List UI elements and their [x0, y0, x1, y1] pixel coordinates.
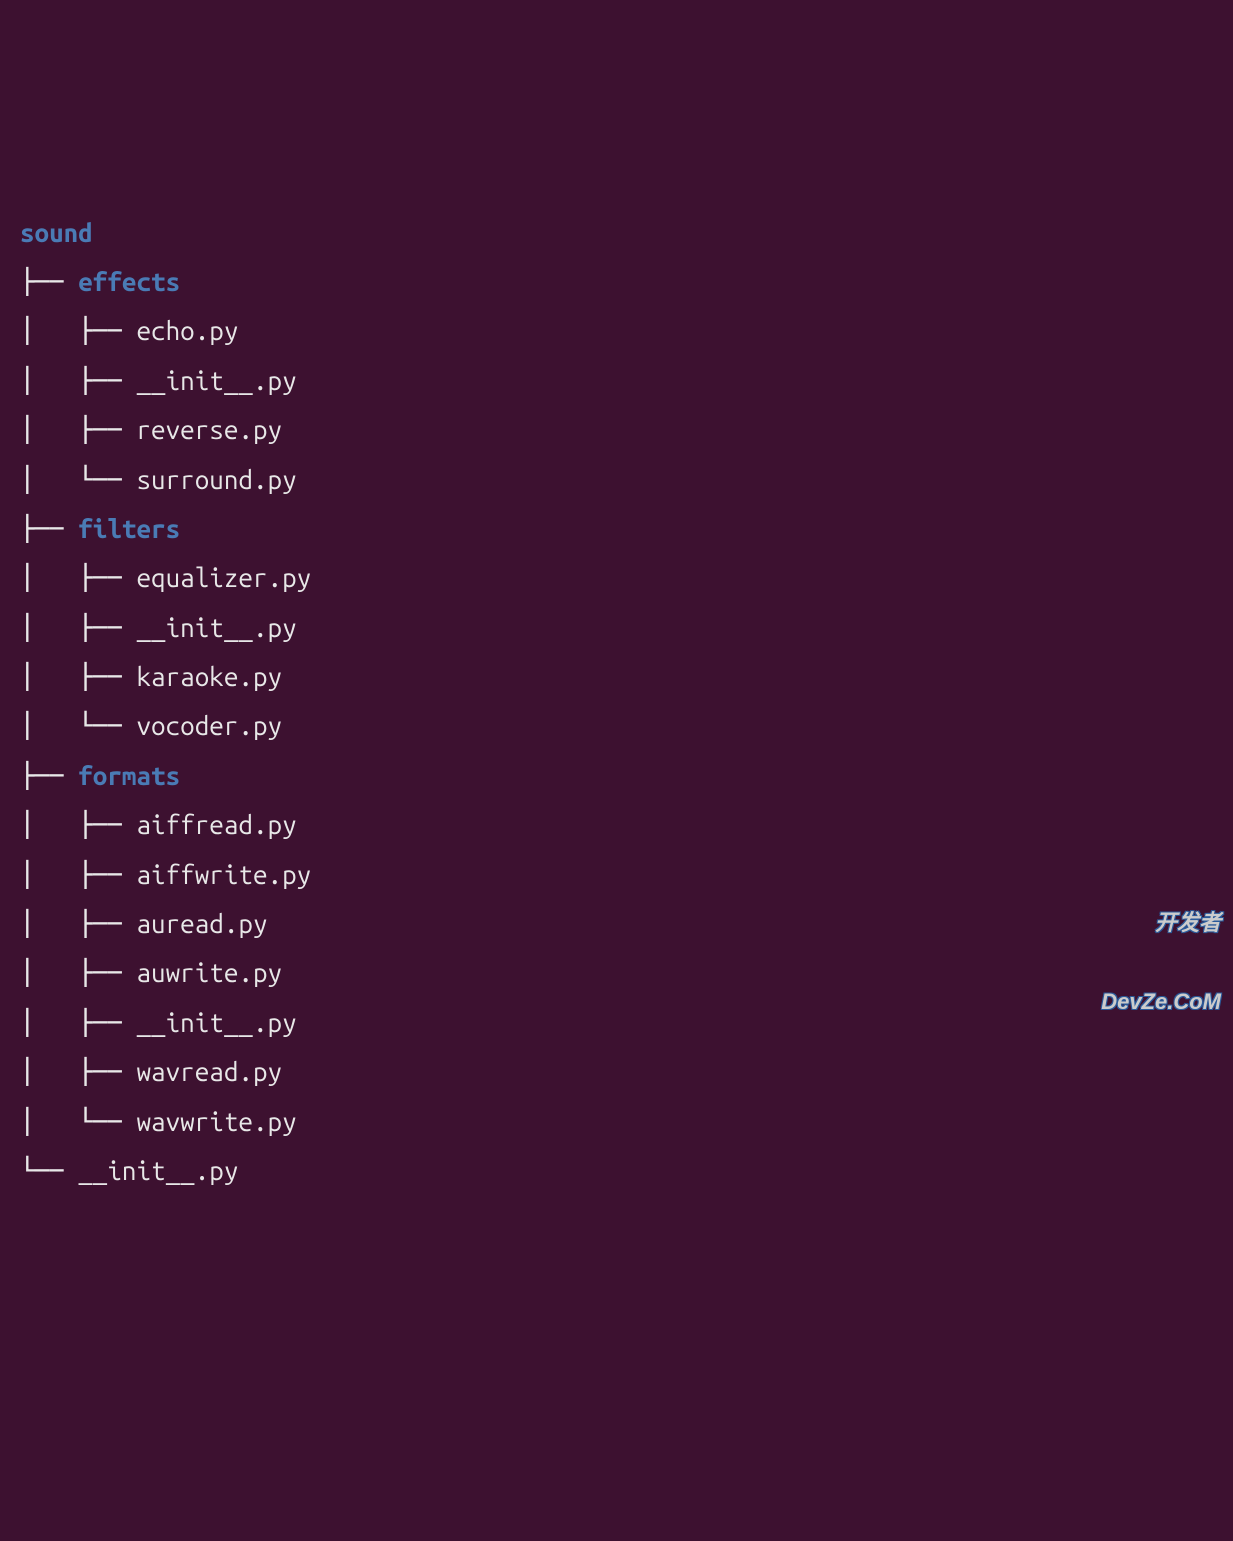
- tree-line: ├── effects: [20, 257, 1213, 306]
- directory-name: effects: [78, 267, 180, 296]
- tree-branch: ├──: [20, 761, 78, 790]
- tree-line: │ ├── reverse.py: [20, 405, 1213, 454]
- tree-branch: │ └──: [20, 711, 136, 740]
- directory-tree: sound├── effects│ ├── echo.py│ ├── __ini…: [20, 208, 1213, 1196]
- tree-branch: │ ├──: [20, 958, 136, 987]
- directory-name: sound: [20, 218, 93, 247]
- tree-branch: ├──: [20, 267, 78, 296]
- tree-line: └── __init__.py: [20, 1146, 1213, 1195]
- directory-name: filters: [78, 514, 180, 543]
- file-name: __init__.py: [136, 613, 296, 642]
- tree-root: sound: [20, 208, 1213, 257]
- tree-line: │ └── wavwrite.py: [20, 1097, 1213, 1146]
- tree-line: │ ├── __init__.py: [20, 356, 1213, 405]
- tree-line: │ ├── karaoke.py: [20, 652, 1213, 701]
- tree-line: │ ├── equalizer.py: [20, 553, 1213, 602]
- tree-line: │ ├── __init__.py: [20, 603, 1213, 652]
- tree-line: │ ├── aiffread.py: [20, 800, 1213, 849]
- directory-name: formats: [78, 761, 180, 790]
- file-name: echo.py: [136, 316, 238, 345]
- file-name: aiffread.py: [136, 810, 296, 839]
- tree-branch: │ ├──: [20, 810, 136, 839]
- tree-line: │ └── vocoder.py: [20, 701, 1213, 750]
- file-name: __init__.py: [136, 1008, 296, 1037]
- tree-line: │ ├── wavread.py: [20, 1047, 1213, 1096]
- tree-branch: │ ├──: [20, 316, 136, 345]
- watermark-line2: DevZe.CoM: [1101, 989, 1221, 1015]
- file-name: vocoder.py: [136, 711, 282, 740]
- tree-line: │ ├── __init__.py: [20, 998, 1213, 1047]
- tree-line: │ ├── echo.py: [20, 306, 1213, 355]
- tree-line: ├── filters: [20, 504, 1213, 553]
- tree-line: │ ├── auread.py: [20, 899, 1213, 948]
- tree-line: │ ├── auwrite.py: [20, 948, 1213, 997]
- tree-branch: │ ├──: [20, 366, 136, 395]
- tree-branch: └──: [20, 1156, 78, 1185]
- tree-branch: │ └──: [20, 1107, 136, 1136]
- file-name: __init__.py: [136, 366, 296, 395]
- tree-branch: │ ├──: [20, 662, 136, 691]
- file-name: __init__.py: [78, 1156, 238, 1185]
- file-name: aiffwrite.py: [136, 860, 311, 889]
- tree-branch: │ ├──: [20, 415, 136, 444]
- tree-branch: │ ├──: [20, 613, 136, 642]
- tree-line: │ ├── aiffwrite.py: [20, 850, 1213, 899]
- file-name: wavwrite.py: [136, 1107, 296, 1136]
- tree-line: │ └── surround.py: [20, 455, 1213, 504]
- tree-branch: │ ├──: [20, 1057, 136, 1086]
- tree-branch: │ ├──: [20, 909, 136, 938]
- tree-branch: │ ├──: [20, 860, 136, 889]
- file-name: auwrite.py: [136, 958, 282, 987]
- file-name: surround.py: [136, 465, 296, 494]
- file-name: karaoke.py: [136, 662, 282, 691]
- file-name: equalizer.py: [136, 563, 311, 592]
- file-name: reverse.py: [136, 415, 282, 444]
- tree-branch: │ └──: [20, 465, 136, 494]
- tree-line: ├── formats: [20, 751, 1213, 800]
- tree-branch: ├──: [20, 514, 78, 543]
- tree-branch: │ ├──: [20, 1008, 136, 1037]
- tree-branch: │ ├──: [20, 563, 136, 592]
- file-name: auread.py: [136, 909, 267, 938]
- watermark-line1: 开发者: [1101, 910, 1221, 936]
- watermark: 开发者 DevZe.CoM: [1101, 857, 1221, 1042]
- file-name: wavread.py: [136, 1057, 282, 1086]
